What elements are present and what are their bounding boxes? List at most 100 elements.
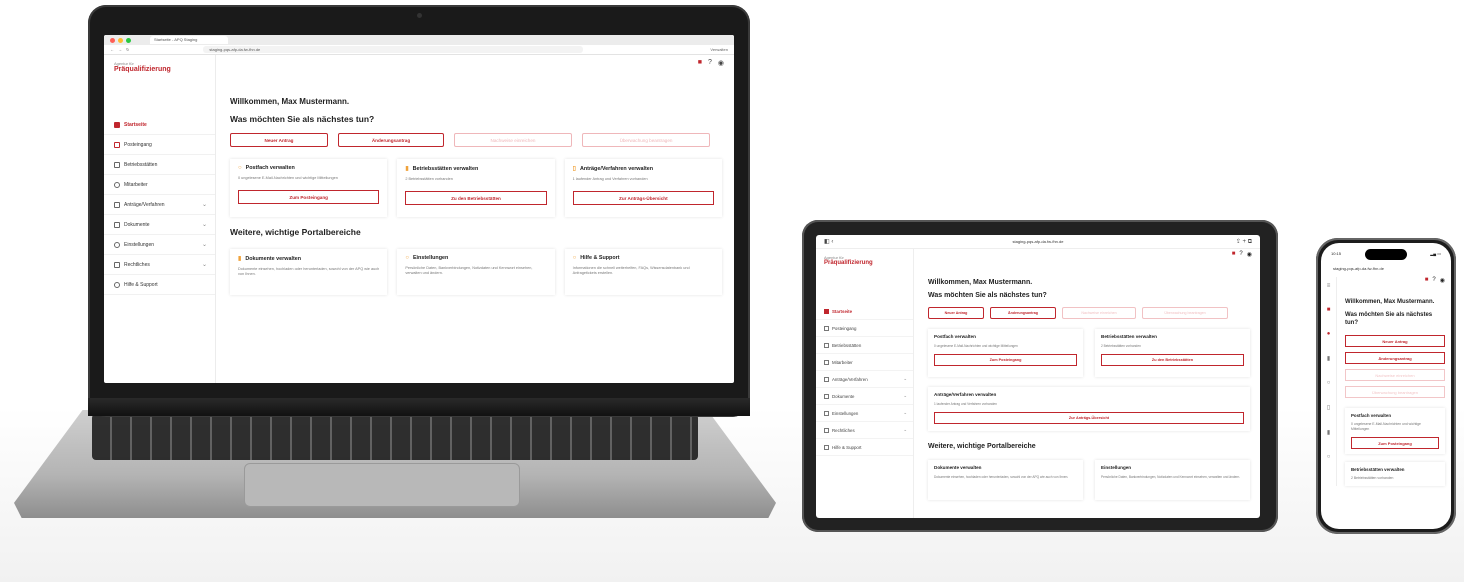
card-antraege: Anträge/Verfahren verwalten 1 laufender … <box>928 387 1250 431</box>
sidebar-item-dokumente[interactable]: Dokumente ⌄ <box>816 388 913 405</box>
sites-button[interactable]: Zu den Betriebsstätten <box>1101 354 1244 366</box>
card-einstellungen[interactable]: Einstellungen Persönliche Daten, Bankver… <box>1095 460 1250 500</box>
gear-icon[interactable]: ○ <box>1327 454 1331 460</box>
profile-icon[interactable]: ◉ <box>718 59 724 67</box>
browser-tabbar: Startseite - APQ Staging <box>104 35 734 45</box>
app: Agentur für Präqualifizierung Startseite… <box>104 55 734 383</box>
submit-evidence-button[interactable]: Nachweise einreichen <box>1062 307 1136 319</box>
inbox-icon <box>824 325 829 331</box>
logo[interactable]: Agentur für Präqualifizierung <box>816 255 913 277</box>
folder-icon[interactable]: ▮ <box>1327 429 1330 436</box>
tablet-url-field[interactable]: staging-pqs-afp-da.fw-fhn.de <box>1013 239 1064 244</box>
primary-cards: ○ Postfach verwalten 0 ungelesene E-Mail-… <box>230 159 722 217</box>
applications-button[interactable]: Zur Anträgs-Übersicht <box>572 191 714 205</box>
request-monitoring-button[interactable]: Überwachung beantragen <box>582 133 710 147</box>
reload-icon[interactable]: ↻ <box>126 47 129 52</box>
gear-icon <box>114 241 120 248</box>
signal-battery-icon: ▂▄ ▭ <box>1430 251 1441 256</box>
card-postfach: Postfach verwalten 0 ungelesene E-Mail-N… <box>1345 408 1445 454</box>
minimize-window-icon[interactable] <box>118 37 123 43</box>
browser-user-button[interactable]: Verwalten <box>710 47 728 52</box>
inbox-icon[interactable]: ● <box>1327 331 1331 337</box>
card-betriebsstaetten: Betriebsstätten verwalten 2 Betriebsstät… <box>1345 462 1445 486</box>
new-application-button[interactable]: Neuer Antrag <box>1345 335 1445 347</box>
close-window-icon[interactable] <box>110 37 115 43</box>
new-application-button[interactable]: Neuer Antrag <box>230 133 328 147</box>
menu-icon[interactable]: ≡ <box>1327 283 1331 289</box>
card-text: 0 ungelesene E-Mail-Nachrichten und wich… <box>1351 422 1421 431</box>
logo[interactable]: Agentur für Präqualifizierung <box>104 61 215 89</box>
new-application-button[interactable]: Neuer Antrag <box>928 307 984 319</box>
sidebar-item-rechtliches[interactable]: Rechtliches ⌄ <box>816 422 913 439</box>
maximize-window-icon[interactable] <box>126 37 131 43</box>
change-application-button[interactable]: Änderungsantrag <box>338 133 444 147</box>
sidebar-item-startseite[interactable]: Startseite <box>104 115 215 135</box>
document-icon <box>114 201 120 208</box>
submit-evidence-button[interactable]: Nachweise einreichen <box>454 133 572 147</box>
tablet-main: ■ ? ◉ Willkommen, Max Mustermann. Was mö… <box>914 249 1260 518</box>
sidebar-item-label: Betriebsstätten <box>124 161 158 168</box>
forward-icon[interactable]: → <box>118 47 122 52</box>
help-icon[interactable]: ? <box>1239 251 1242 258</box>
sidebar-item-dokumente[interactable]: Dokumente ⌄ <box>104 215 215 235</box>
sidebar-item-mitarbeiter[interactable]: Mitarbeiter <box>816 354 913 371</box>
card-einstellungen[interactable]: ○ Einstellungen Persönliche Daten, Bankve… <box>397 249 554 295</box>
card-title: Anträge/Verfahren verwalten <box>579 165 654 172</box>
sidebar-item-betriebsstaetten[interactable]: Betriebsstätten <box>816 337 913 354</box>
dynamic-island <box>1365 249 1407 260</box>
action-buttons: Neuer Antrag Änderungsantrag Nachweise e… <box>928 307 1250 319</box>
browser-tab[interactable]: Startseite - APQ Staging <box>150 36 228 44</box>
document-icon[interactable]: ▯ <box>1327 404 1330 411</box>
help-icon[interactable]: ? <box>708 59 712 67</box>
phone-url-field[interactable]: staging-pqs-afp-da.fw-fhn.de <box>1321 266 1451 271</box>
sidebar-item-mitarbeiter[interactable]: Mitarbeiter <box>104 175 215 195</box>
sidebar-item-startseite[interactable]: Startseite <box>816 303 913 320</box>
sidebar-item-posteingang[interactable]: Posteingang <box>104 135 215 155</box>
url-field[interactable]: staging-pqs-afp-da.fw-fhn.de <box>203 46 584 53</box>
home-icon[interactable]: ■ <box>1327 307 1331 313</box>
notification-icon[interactable]: ■ <box>1425 277 1429 284</box>
applications-button[interactable]: Zur Anträgs-Übersicht <box>934 412 1244 424</box>
change-application-button[interactable]: Änderungsantrag <box>1345 352 1445 364</box>
card-hilfe[interactable]: ○ Hilfe & Support Informationen die schne… <box>565 249 722 295</box>
sites-button[interactable]: Zu den Betriebsstätten <box>405 191 547 205</box>
inbox-button[interactable]: Zum Posteingang <box>238 190 380 204</box>
action-buttons: Neuer Antrag Änderungsantrag Nachweise e… <box>230 133 722 147</box>
card-dokumente[interactable]: Dokumente verwalten Dokumente einsehen, … <box>928 460 1083 500</box>
inbox-button[interactable]: Zum Posteingang <box>1351 437 1439 449</box>
change-application-button[interactable]: Änderungsantrag <box>990 307 1056 319</box>
sidebar-item-antraege[interactable]: Anträge/Verfahren ⌄ <box>104 195 215 215</box>
tabs-icon[interactable]: ⇪ + ⧉ <box>1236 238 1252 246</box>
sidebar-item-label: Rechtliches <box>832 427 855 433</box>
sidebar-item-rechtliches[interactable]: Rechtliches ⌄ <box>104 255 215 275</box>
sidebar-item-hilfe[interactable]: Hilfe & Support <box>816 439 913 456</box>
profile-icon[interactable]: ◉ <box>1247 251 1252 258</box>
sidebar-item-label: Posteingang <box>832 325 857 331</box>
notification-icon[interactable]: ■ <box>1232 251 1236 258</box>
question-heading: Was möchten Sie als nächstes tun? <box>230 114 375 124</box>
sidebar-item-einstellungen[interactable]: Einstellungen ⌄ <box>816 405 913 422</box>
notification-icon[interactable]: ■ <box>698 59 702 67</box>
request-monitoring-button[interactable]: Überwachung beantragen <box>1142 307 1228 319</box>
tablet-urlbar: ◧ ‹ staging-pqs-afp-da.fw-fhn.de ⇪ + ⧉ <box>816 235 1260 249</box>
sidebar-item-betriebsstaetten[interactable]: Betriebsstätten <box>104 155 215 175</box>
user-icon[interactable]: ○ <box>1327 380 1331 386</box>
greeting: Willkommen, Max Mustermann. <box>928 279 1033 286</box>
sidebar-item-antraege[interactable]: Anträge/Verfahren ⌄ <box>816 371 913 388</box>
sidebar-toggle-icon[interactable]: ◧ ‹ <box>824 238 833 245</box>
request-monitoring-button[interactable]: Überwachung beantragen <box>1345 386 1445 398</box>
sidebar-item-label: Anträge/Verfahren <box>124 201 165 208</box>
profile-icon[interactable]: ◉ <box>1440 277 1445 284</box>
card-text: 1 laufender Antrag und Verfahren vorhand… <box>934 402 997 406</box>
sidebar-item-einstellungen[interactable]: Einstellungen ⌄ <box>104 235 215 255</box>
building-icon[interactable]: ▮ <box>1327 355 1330 362</box>
inbox-button[interactable]: Zum Posteingang <box>934 354 1077 366</box>
tablet-sidebar-nav: Startseite Posteingang Betriebsstätten M… <box>816 303 913 456</box>
card-dokumente[interactable]: ▮ Dokumente verwalten Dokumente einsehen,… <box>230 249 387 295</box>
back-icon[interactable]: ← <box>110 47 114 52</box>
submit-evidence-button[interactable]: Nachweise einreichen <box>1345 369 1445 381</box>
sidebar-item-posteingang[interactable]: Posteingang <box>816 320 913 337</box>
sidebar-item-hilfe[interactable]: Hilfe & Support <box>104 275 215 295</box>
camera-icon <box>417 13 422 18</box>
help-icon[interactable]: ? <box>1432 277 1435 284</box>
